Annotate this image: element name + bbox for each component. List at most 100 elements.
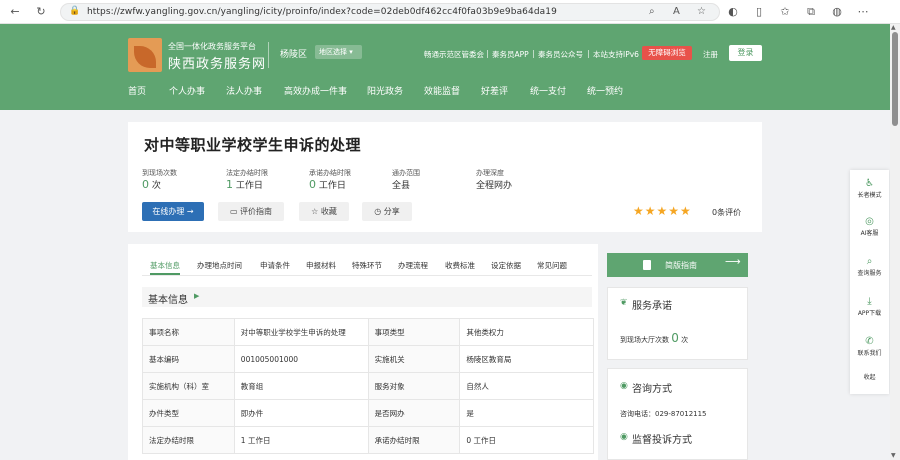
rating-count[interactable]: 0条评价 — [712, 207, 741, 218]
tab-materials[interactable]: 申报材料 — [306, 260, 336, 271]
nav-open-gov[interactable]: 阳光政务 — [367, 84, 403, 97]
nav-appointment[interactable]: 统一预约 — [587, 84, 623, 97]
floating-toolbar: ♿ 长者模式 ◎ AI客服 ⌕ 查询服务 ⤓ APP下载 ✆ 联系我们 收起 — [850, 170, 889, 394]
table-label: 实施机构（科）室 — [142, 372, 235, 400]
nav-personal[interactable]: 个人办事 — [169, 84, 205, 97]
nav-supervision[interactable]: 效能监督 — [424, 84, 460, 97]
current-region: 杨陵区 — [280, 50, 308, 60]
collections-icon[interactable]: ⧉ — [804, 5, 818, 19]
service-value: 0 — [671, 331, 679, 345]
top-link-app[interactable]: 秦务员APP — [492, 49, 529, 60]
app-download-label: APP下载 — [857, 310, 882, 317]
nav-one-thing[interactable]: 高效办成一件事 — [284, 84, 347, 97]
accessibility-button[interactable]: 无障碍浏览 — [642, 46, 692, 60]
tab-basis[interactable]: 设定依据 — [491, 260, 521, 271]
section-title: 基本信息 — [148, 295, 188, 306]
extension-icon[interactable]: ◐ — [726, 5, 740, 19]
page-title: 对中等职业学校学生申诉的处理 — [144, 136, 362, 154]
guide-button[interactable]: ▭ 评价指南 — [218, 202, 284, 221]
table-value: 自然人 — [459, 372, 594, 400]
login-button[interactable]: 登录 — [729, 45, 762, 61]
stat-label: 法定办结时限 — [226, 169, 268, 177]
stat-value: 0 工作日 — [309, 178, 346, 191]
refresh-icon[interactable]: ↻ — [34, 5, 48, 19]
back-icon[interactable]: ← — [8, 5, 22, 19]
share-label: 分享 — [383, 207, 400, 216]
nav-corporate[interactable]: 法人办事 — [226, 84, 262, 97]
stat-value: 0 次 — [142, 178, 161, 191]
table-value: 教育组 — [233, 372, 369, 400]
scroll-thumb[interactable] — [892, 32, 898, 126]
scroll-down-icon[interactable]: ▼ — [891, 452, 896, 459]
query-service-button[interactable]: ⌕ 查询服务 — [850, 256, 889, 277]
rating-stars-icon: ★★★★★ — [633, 204, 692, 218]
logo-icon[interactable] — [128, 38, 162, 72]
stat-value: 全县 — [392, 181, 411, 191]
logo-title[interactable]: 陕西政务服务网 — [168, 53, 266, 72]
online-apply-label: 在线办理 — [152, 207, 185, 216]
elder-icon: ♿ — [865, 178, 874, 189]
share-button[interactable]: ◷ 分享 — [362, 202, 412, 221]
tab-conditions[interactable]: 申请条件 — [260, 260, 290, 271]
table-label: 承诺办结时限 — [367, 426, 461, 454]
arrow-right-icon: → — [186, 207, 194, 216]
top-link-wechat[interactable]: 秦务员公众号 — [538, 49, 583, 60]
page-scrollbar[interactable]: ▲ ▼ — [890, 24, 900, 460]
collapse-button[interactable]: 收起 — [850, 372, 889, 381]
table-row: 实施机构（科）室 教育组 服务对象 自然人 — [142, 372, 594, 400]
register-link[interactable]: 注册 — [703, 49, 718, 60]
nav-review[interactable]: 好差评 — [481, 84, 508, 97]
simple-guide-label: 简版指南 — [665, 261, 697, 270]
caret-down-icon: ▾ — [349, 48, 353, 56]
table-row: 事项名称 对中等职业学校学生申诉的处理 事项类型 其他类权力 — [142, 318, 594, 346]
consult-box: ◉ 咨询方式 咨询电话：029-87012115 ◉ 监督投诉方式 — [607, 368, 748, 460]
table-value: 0 工作日 — [459, 426, 594, 454]
top-link-ipv6: 本站支持IPv6 — [593, 50, 639, 59]
detail-card: 基本信息 办理地点时间 申请条件 申报材料 特殊环节 办理流程 收费标准 设定依… — [128, 244, 598, 460]
online-apply-button[interactable]: 在线办理 → — [142, 202, 204, 221]
divider — [487, 50, 488, 58]
tab-special[interactable]: 特殊环节 — [352, 260, 382, 271]
collect-button[interactable]: ☆ 收藏 — [299, 202, 349, 221]
stat-value: 全程网办 — [476, 181, 513, 191]
zoom-icon[interactable]: ⌕ — [649, 6, 655, 17]
collapse-label: 收起 — [863, 374, 876, 381]
app-download-button[interactable]: ⤓ APP下载 — [850, 296, 889, 317]
simple-guide-button[interactable]: 简版指南 ⟶ — [607, 253, 748, 277]
favorites-bar-icon[interactable]: ✩ — [778, 5, 792, 19]
tab-basic-info[interactable]: 基本信息 — [150, 260, 180, 271]
url-text[interactable]: https://zwfw.yangling.gov.cn/yangling/ic… — [87, 7, 557, 17]
table-value: 其他类权力 — [459, 318, 594, 346]
top-link-committee[interactable]: 畅通示范区管委会 — [424, 49, 484, 60]
table-value: 1 工作日 — [233, 426, 369, 454]
active-tab-indicator — [150, 273, 180, 275]
read-aloud-icon[interactable]: A — [673, 6, 680, 17]
nav-home[interactable]: 首页 — [128, 84, 146, 97]
service-label: 到现场大厅次数 — [620, 336, 669, 344]
account-icon[interactable]: ◍ — [830, 5, 844, 19]
table-label: 基本编码 — [142, 345, 235, 373]
contact-us-label: 联系我们 — [857, 350, 882, 357]
address-bar[interactable]: 🔒 https://zwfw.yangling.gov.cn/yangling/… — [60, 3, 720, 21]
tab-faq[interactable]: 常见问题 — [537, 260, 567, 271]
tab-process[interactable]: 办理流程 — [398, 260, 428, 271]
stat-label: 承诺办结时限 — [309, 169, 351, 177]
contact-us-button[interactable]: ✆ 联系我们 — [850, 336, 889, 357]
stat-label: 通办范围 — [392, 169, 420, 177]
table-value: 对中等职业学校学生申诉的处理 — [233, 318, 369, 346]
elder-mode-button[interactable]: ♿ 长者模式 — [850, 178, 889, 199]
consult-phone: 咨询电话：029-87012115 — [620, 410, 707, 418]
favorite-icon[interactable]: ☆ — [697, 6, 706, 17]
stat-number: 1 — [226, 178, 233, 191]
table-row: 办件类型 即办件 是否网办 是 — [142, 399, 594, 427]
scroll-up-icon[interactable]: ▲ — [891, 24, 896, 31]
nav-payment[interactable]: 统一支付 — [530, 84, 566, 97]
ai-service-button[interactable]: ◎ AI客服 — [850, 216, 889, 237]
tab-fees[interactable]: 收费标准 — [445, 260, 475, 271]
phone-icon: ◉ — [620, 381, 628, 391]
more-icon[interactable]: ⋯ — [856, 5, 870, 19]
split-screen-icon[interactable]: ▯ — [752, 5, 766, 19]
table-label: 事项类型 — [367, 318, 461, 346]
region-select-button[interactable]: 地区选择 ▾ — [315, 45, 362, 59]
tab-location-time[interactable]: 办理地点时间 — [197, 260, 242, 271]
